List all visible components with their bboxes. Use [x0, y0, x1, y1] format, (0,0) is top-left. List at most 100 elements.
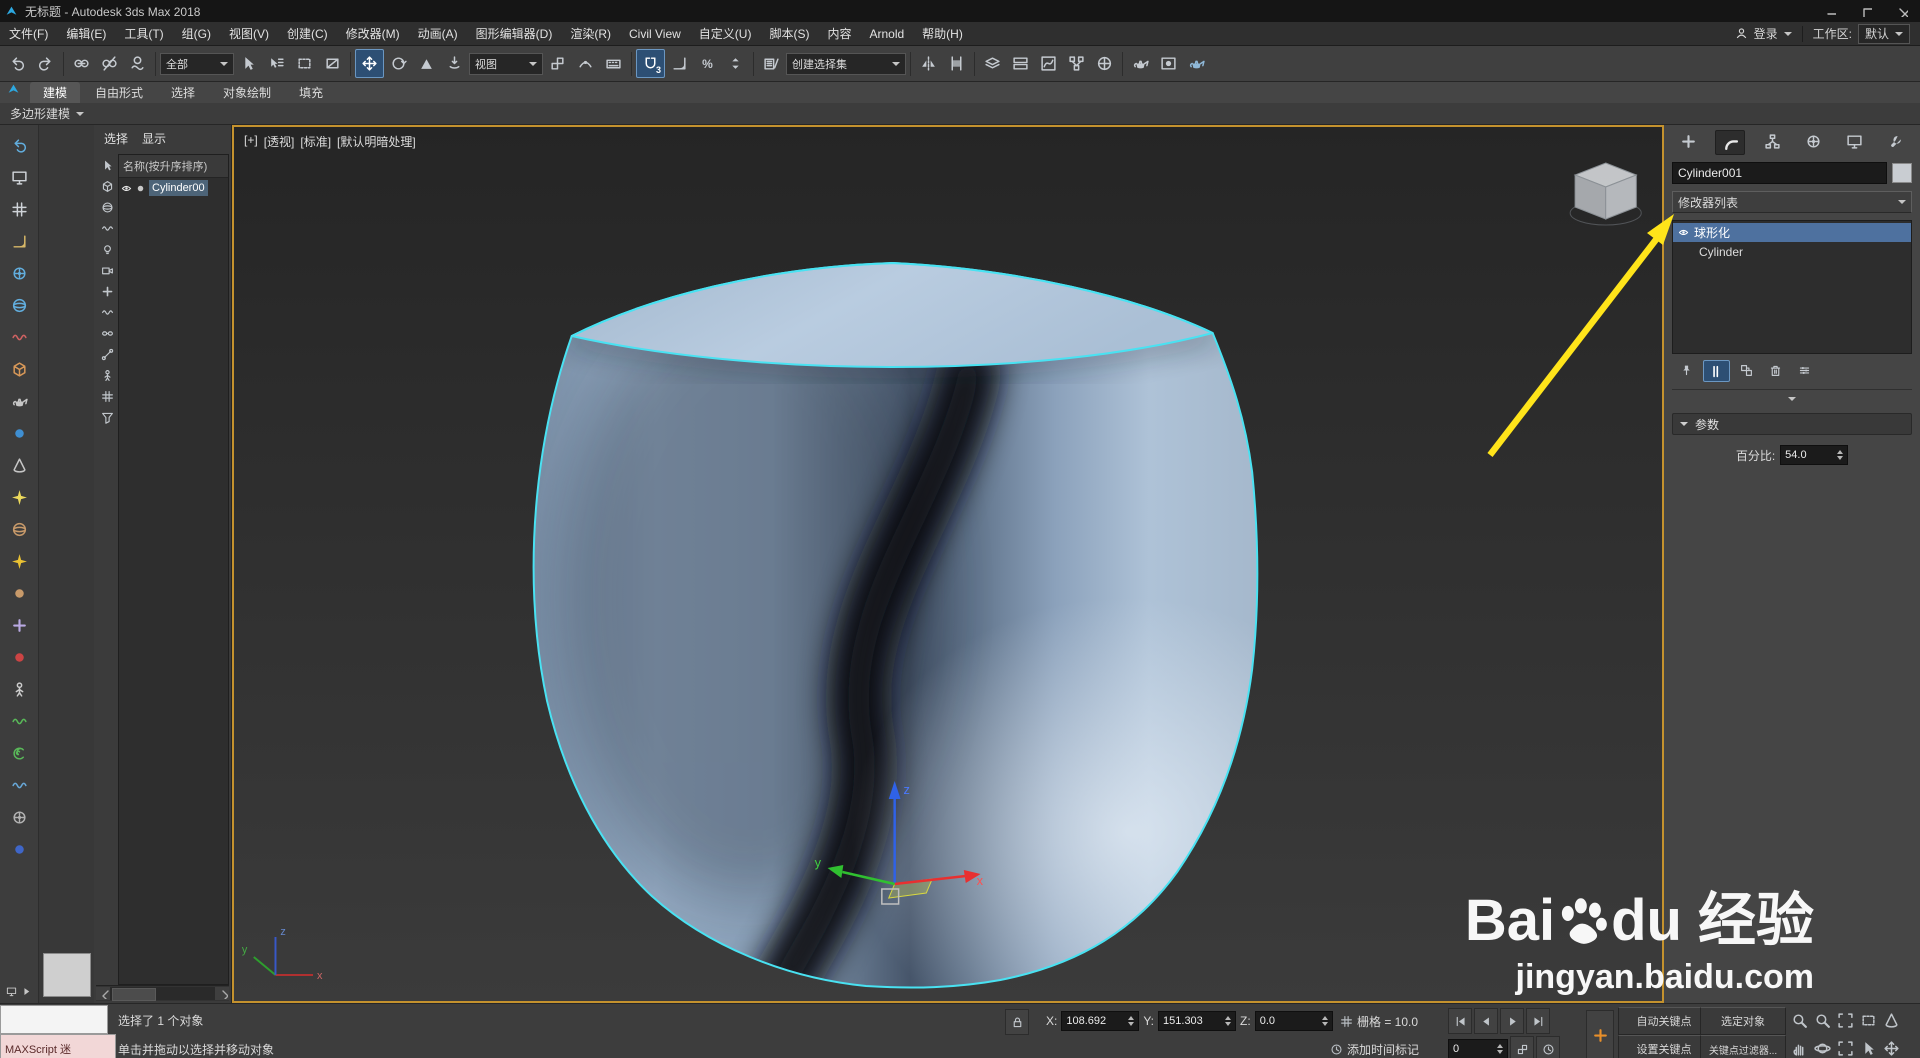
- scene-explorer-toggle-button[interactable]: [979, 50, 1006, 77]
- gear-tool[interactable]: [6, 261, 32, 285]
- menu-civil-view[interactable]: Civil View: [620, 22, 690, 45]
- align-button[interactable]: [943, 50, 970, 77]
- key-mode-toggle[interactable]: [1510, 1036, 1534, 1058]
- display-filter-funnel[interactable]: [99, 409, 116, 425]
- configure-modifier-sets-button[interactable]: [1792, 360, 1817, 380]
- select-and-move-button[interactable]: [355, 49, 384, 78]
- display-light-filter[interactable]: [99, 241, 116, 257]
- box-tool[interactable]: [6, 357, 32, 381]
- display-shape-filter[interactable]: [99, 220, 116, 236]
- menu-content[interactable]: 内容: [818, 22, 860, 45]
- ring-tool[interactable]: [6, 805, 32, 829]
- render-setup-button[interactable]: [1127, 50, 1154, 77]
- go-to-start-button[interactable]: [1448, 1008, 1472, 1034]
- use-pivot-center-button[interactable]: [544, 50, 571, 77]
- close-button[interactable]: [1884, 0, 1920, 22]
- stack-item-spherify[interactable]: 球形化: [1673, 223, 1911, 242]
- zoom-extents-button[interactable]: [1834, 1008, 1857, 1032]
- set-key-button[interactable]: 设置关键点: [1618, 1035, 1710, 1058]
- panel-icon[interactable]: [6, 986, 17, 997]
- current-frame-field[interactable]: 0: [1448, 1039, 1508, 1058]
- ribbon-tab-object-paint[interactable]: 对象绘制: [210, 82, 284, 103]
- pan-button[interactable]: [1788, 1036, 1811, 1058]
- snap-toggle-3d-button[interactable]: 3: [636, 49, 665, 78]
- maxscript-listener-input[interactable]: MAXScript 迷: [0, 1034, 116, 1058]
- visibility-eye-icon[interactable]: [1678, 227, 1689, 238]
- time-configuration-button[interactable]: [1536, 1036, 1560, 1058]
- helix-tool[interactable]: [6, 325, 32, 349]
- percent-value-field[interactable]: 54.0: [1780, 445, 1849, 465]
- selection-filter-select[interactable]: 全部: [160, 52, 234, 75]
- zoom-region-button[interactable]: [1857, 1008, 1880, 1032]
- select-and-link-button[interactable]: [68, 50, 95, 77]
- percent-snap-button[interactable]: %: [694, 50, 721, 77]
- grid-tool[interactable]: [6, 197, 32, 221]
- bind-to-space-warp-button[interactable]: [124, 50, 151, 77]
- menu-edit[interactable]: 编辑(E): [57, 22, 115, 45]
- select-by-name-button[interactable]: [263, 50, 290, 77]
- object-color-swatch[interactable]: [1892, 163, 1912, 183]
- perspective-viewport[interactable]: [+] [透视] [标准] [默认明暗处理] z x y x y z: [232, 125, 1664, 1003]
- modifier-list-dropdown[interactable]: 修改器列表: [1672, 191, 1912, 213]
- cone-tool[interactable]: [6, 453, 32, 477]
- explorer-menu-select[interactable]: 选择: [104, 130, 128, 147]
- go-to-end-button[interactable]: [1526, 1008, 1550, 1034]
- omni-light-tool[interactable]: [6, 485, 32, 509]
- tab-display[interactable]: [1841, 130, 1869, 153]
- undo-button[interactable]: [4, 50, 31, 77]
- sphere-tool[interactable]: [6, 293, 32, 317]
- leaf-tool[interactable]: [6, 709, 32, 733]
- ribbon-panel-polygon-modeling[interactable]: 多边形建模: [10, 105, 70, 122]
- window-crossing-button[interactable]: [319, 50, 346, 77]
- redo-button[interactable]: [32, 50, 59, 77]
- menu-animation[interactable]: 动画(A): [409, 22, 467, 45]
- ribbon-tab-modeling[interactable]: 建模: [30, 82, 81, 103]
- select-and-place-button[interactable]: [441, 50, 468, 77]
- object-name-field[interactable]: Cylinder001: [1672, 162, 1887, 184]
- display-link-filter[interactable]: [99, 325, 116, 341]
- ribbon-toggle-button[interactable]: [1007, 50, 1034, 77]
- select-and-manipulate-button[interactable]: [572, 50, 599, 77]
- play-button[interactable]: [1500, 1008, 1524, 1034]
- key-filters-button[interactable]: 关键点过滤器...: [1700, 1035, 1786, 1058]
- snowflake-tool[interactable]: [6, 613, 32, 637]
- display-helper-filter[interactable]: [99, 283, 116, 299]
- menu-file[interactable]: 文件(F): [0, 22, 57, 45]
- set-keys-button[interactable]: [1586, 1010, 1614, 1058]
- select-and-rotate-button[interactable]: [385, 50, 412, 77]
- select-object-button[interactable]: [235, 50, 262, 77]
- navy-ball-tool[interactable]: [6, 837, 32, 861]
- ribbon-tab-freeform[interactable]: 自由形式: [82, 82, 156, 103]
- material-editor-button[interactable]: [1091, 50, 1118, 77]
- z-coordinate-field[interactable]: 0.0: [1254, 1011, 1333, 1031]
- curve-editor-button[interactable]: [1035, 50, 1062, 77]
- viewport-menu-pov[interactable]: [透视]: [264, 133, 295, 150]
- auto-key-button[interactable]: 自动关键点: [1618, 1007, 1710, 1035]
- menu-group[interactable]: 组(G): [173, 22, 220, 45]
- y-coordinate-field[interactable]: 151.303: [1158, 1011, 1237, 1031]
- selection-region-button[interactable]: [291, 50, 318, 77]
- orbit-arrow-tool[interactable]: [6, 133, 32, 157]
- menu-arnold[interactable]: Arnold: [860, 22, 913, 45]
- scroll-right-button[interactable]: [215, 987, 229, 1000]
- remove-modifier-button[interactable]: [1763, 360, 1788, 380]
- orbit-button[interactable]: [1811, 1036, 1834, 1058]
- selection-lock-toggle[interactable]: [1005, 1009, 1029, 1035]
- visibility-eye-icon[interactable]: [121, 183, 132, 194]
- docked-panel-thumbnail[interactable]: [43, 953, 91, 997]
- display-biped-filter[interactable]: [99, 367, 116, 383]
- list-item-cylinder[interactable]: Cylinder00: [119, 178, 228, 198]
- menu-create[interactable]: 创建(C): [278, 22, 337, 45]
- mirror-button[interactable]: [915, 50, 942, 77]
- panel-splitter[interactable]: [1672, 393, 1912, 405]
- scroll-track[interactable]: [110, 987, 215, 1001]
- isolate-selection-toggle[interactable]: [1857, 1036, 1880, 1058]
- menu-tools[interactable]: 工具(T): [115, 22, 172, 45]
- teapot-tool[interactable]: [6, 389, 32, 413]
- zoom-button[interactable]: [1788, 1008, 1811, 1032]
- tab-motion[interactable]: [1800, 130, 1828, 153]
- x-coordinate-field[interactable]: 108.692: [1061, 1011, 1140, 1031]
- menu-modifiers[interactable]: 修改器(M): [337, 22, 409, 45]
- zoom-all-button[interactable]: [1811, 1008, 1834, 1032]
- tab-modify[interactable]: [1715, 130, 1746, 155]
